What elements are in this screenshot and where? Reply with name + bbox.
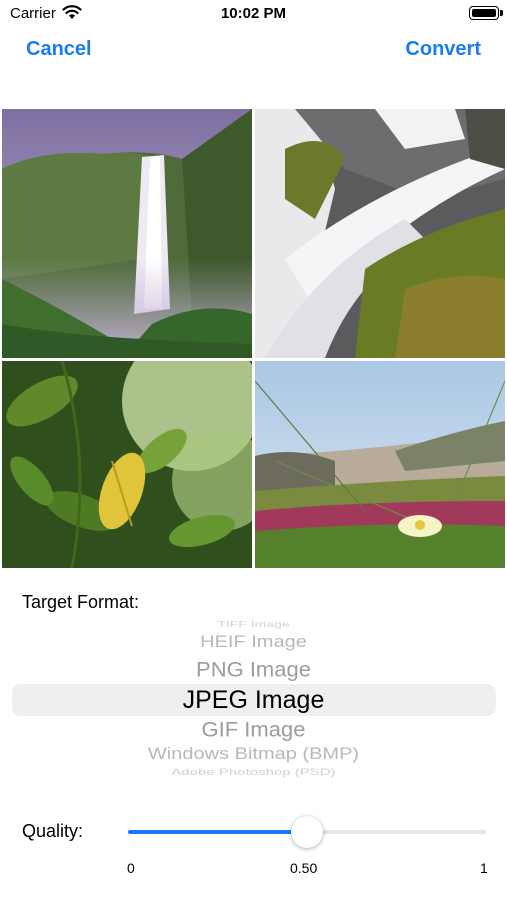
thumbnail-green-leaves[interactable] — [2, 361, 252, 568]
picker-option-heif[interactable]: HEIF Image — [0, 633, 507, 653]
picker-option-tiff[interactable]: TIFF Image — [0, 619, 507, 629]
target-format-label: Target Format: — [22, 592, 140, 612]
format-picker[interactable]: TIFF Image HEIF Image PNG Image JPEG Ima… — [0, 612, 507, 780]
quality-value-label: 0.50 — [290, 860, 318, 876]
status-bar: Carrier 10:02 PM — [0, 0, 507, 30]
picker-option-jpeg-selected[interactable]: JPEG Image — [0, 686, 507, 715]
quality-label: Quality: — [22, 821, 84, 841]
navigation-bar: Cancel Convert — [0, 38, 507, 68]
thumbnail-waterfall-cliff[interactable] — [2, 109, 252, 358]
quality-slider[interactable] — [128, 812, 486, 852]
picker-option-png[interactable]: PNG Image — [0, 658, 507, 683]
slider-thumb[interactable] — [291, 816, 323, 848]
battery-icon — [469, 6, 503, 20]
thumbnail-coastal-flowers[interactable] — [255, 361, 505, 568]
convert-button[interactable]: Convert — [405, 38, 481, 61]
thumbnail-cascade-rocks[interactable] — [255, 109, 505, 358]
picker-option-psd[interactable]: Adobe Photoshop (PSD) — [0, 767, 507, 777]
image-grid — [2, 109, 505, 568]
picker-option-gif[interactable]: GIF Image — [0, 718, 507, 743]
cancel-button[interactable]: Cancel — [26, 38, 92, 61]
status-time: 10:02 PM — [220, 5, 287, 22]
picker-option-bmp[interactable]: Windows Bitmap (BMP) — [0, 745, 507, 765]
quality-max-label: 1 — [480, 860, 488, 876]
quality-min-label: 0 — [127, 860, 135, 876]
slider-track-fill — [128, 830, 307, 834]
